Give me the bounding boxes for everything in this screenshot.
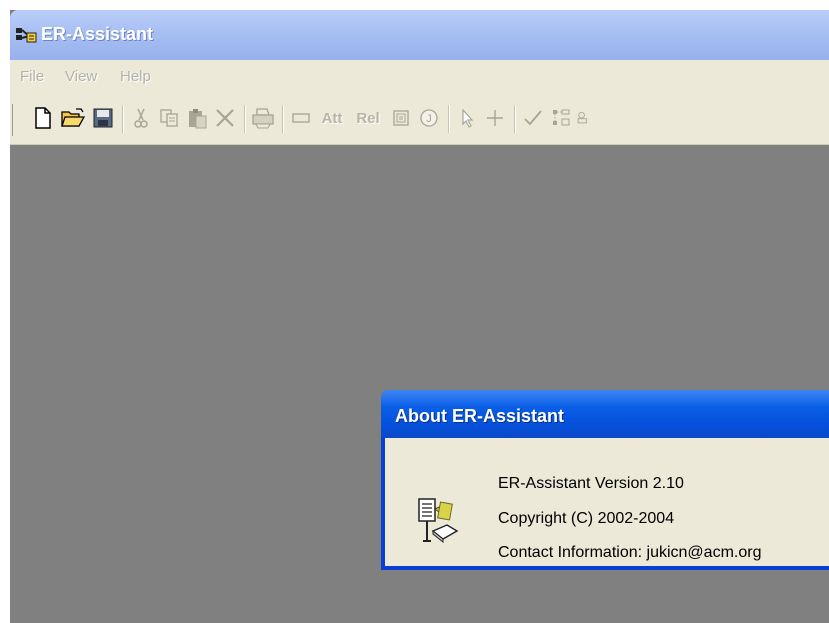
relationship-text-icon: Rel: [356, 109, 380, 127]
toolbar-separator: [448, 105, 450, 133]
entity-button[interactable]: [288, 105, 314, 131]
version-text: ER-Assistant Version 2.10: [498, 475, 684, 492]
check-button[interactable]: [520, 105, 546, 131]
menu-view[interactable]: View: [65, 68, 97, 85]
pointer-arrow-icon: [462, 108, 474, 128]
cut-icon: [134, 108, 148, 128]
crosshair-icon: [487, 110, 503, 126]
layout-icon: [553, 109, 570, 126]
contact-text: Contact Information: jukicn@acm.org: [498, 544, 762, 561]
window-title: ER-Assistant: [41, 24, 154, 44]
copy-button[interactable]: [156, 105, 182, 131]
paste-button[interactable]: [184, 105, 210, 131]
crosshair-button[interactable]: [482, 105, 508, 131]
menu-bar: File View Help: [10, 60, 829, 94]
relationship-button[interactable]: Rel: [352, 105, 384, 131]
save-button[interactable]: [90, 105, 116, 131]
menu-file[interactable]: File: [20, 68, 44, 85]
dialog-body: ER-Assistant Version 2.10 Copyright (C) …: [385, 438, 829, 566]
weak-entity-icon: [393, 110, 409, 126]
open-button[interactable]: [60, 105, 86, 131]
save-icon: [93, 108, 113, 128]
new-document-icon: [35, 107, 51, 129]
delete-icon: [216, 109, 234, 127]
cardinality-button[interactable]: J: [416, 105, 442, 131]
check-icon: [524, 110, 542, 126]
menu-help[interactable]: Help: [120, 68, 151, 85]
cardinality-icon: J: [420, 109, 438, 127]
toolbar-separator: [514, 105, 516, 133]
attribute-button[interactable]: Att: [316, 105, 348, 131]
dialog-title-bar[interactable]: About ER-Assistant: [381, 390, 829, 438]
toolbar-separator: [244, 105, 246, 133]
toolbar-separator: [122, 105, 124, 133]
toolbar-separator: [282, 105, 284, 133]
partial-icon: [577, 111, 587, 124]
entity-rectangle-icon: [292, 113, 310, 123]
paste-icon: [189, 109, 207, 129]
svg-text:J: J: [426, 113, 432, 125]
title-bar[interactable]: ER-Assistant: [10, 10, 829, 60]
weak-entity-button[interactable]: [388, 105, 414, 131]
about-dialog: About ER-Assistant ER-Assistant Version …: [381, 390, 829, 570]
toolbar: Att Rel J: [10, 94, 829, 145]
print-button[interactable]: [250, 105, 276, 131]
print-icon: [252, 108, 274, 129]
pointer-button[interactable]: [454, 105, 480, 131]
copy-icon: [160, 109, 178, 127]
er-diagram-document-icon: [418, 498, 459, 544]
partial-button[interactable]: [576, 105, 590, 131]
new-button[interactable]: [30, 105, 56, 131]
er-assistant-app-icon: [16, 28, 37, 43]
layout-button[interactable]: [548, 105, 574, 131]
attribute-text-icon: Att: [321, 109, 343, 127]
dialog-title: About ER-Assistant: [395, 406, 565, 426]
copyright-text: Copyright (C) 2002-2004: [498, 510, 675, 527]
toolbar-grip[interactable]: [12, 104, 15, 136]
open-folder-icon: [61, 108, 85, 127]
delete-button[interactable]: [212, 105, 238, 131]
cut-button[interactable]: [128, 105, 154, 131]
